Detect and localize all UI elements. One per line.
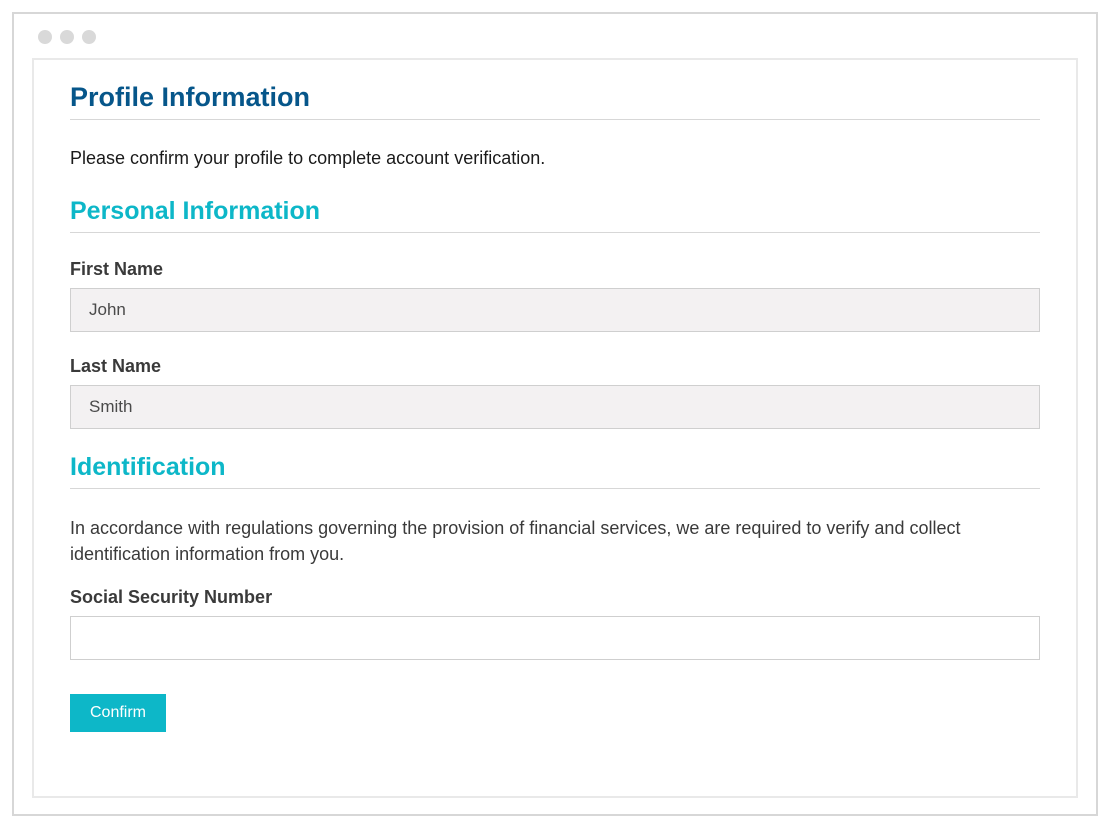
section-personal-heading: Personal Information (70, 197, 1040, 233)
ssn-group: Social Security Number (70, 587, 1040, 660)
first-name-group: First Name (70, 259, 1040, 332)
intro-text: Please confirm your profile to complete … (70, 148, 1040, 169)
last-name-input[interactable] (70, 385, 1040, 429)
window-dot (60, 30, 74, 44)
content-frame: Profile Information Please confirm your … (32, 58, 1078, 798)
window-dot (82, 30, 96, 44)
identification-description: In accordance with regulations governing… (70, 515, 1040, 567)
window-frame: Profile Information Please confirm your … (12, 12, 1098, 816)
last-name-label: Last Name (70, 356, 1040, 377)
ssn-input[interactable] (70, 616, 1040, 660)
window-controls (14, 14, 1096, 44)
last-name-group: Last Name (70, 356, 1040, 429)
first-name-input[interactable] (70, 288, 1040, 332)
page-title: Profile Information (70, 82, 1040, 120)
confirm-button[interactable]: Confirm (70, 694, 166, 732)
ssn-label: Social Security Number (70, 587, 1040, 608)
section-identification-heading: Identification (70, 453, 1040, 489)
first-name-label: First Name (70, 259, 1040, 280)
window-dot (38, 30, 52, 44)
